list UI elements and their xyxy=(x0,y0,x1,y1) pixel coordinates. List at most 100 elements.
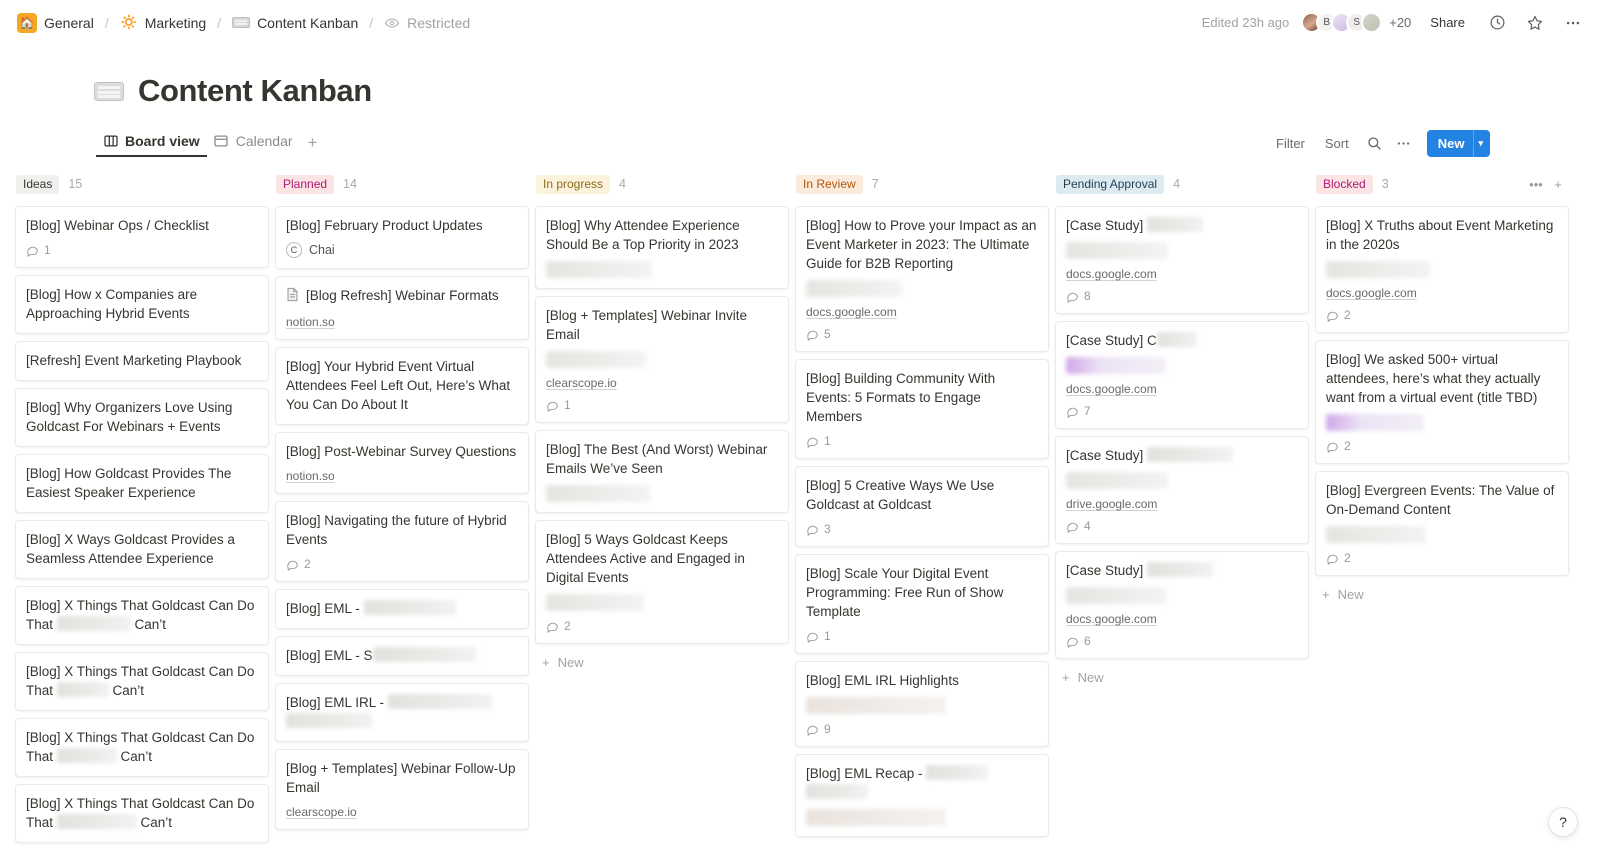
kanban-card[interactable]: [Blog] How x Companies are Approaching H… xyxy=(15,275,269,334)
avatar-overflow-count[interactable]: +20 xyxy=(1389,15,1411,30)
avatar-stack[interactable]: B S +20 xyxy=(1301,12,1411,33)
kanban-card[interactable]: [Blog] We asked 500+ virtual attendees, … xyxy=(1315,340,1569,464)
kanban-card[interactable]: [Case Study] drive.google.com 4 xyxy=(1055,436,1309,544)
card-comment-count[interactable]: 1 xyxy=(806,434,1038,448)
kanban-card[interactable]: [Case Study] docs.google.com 6 xyxy=(1055,551,1309,659)
kanban-card[interactable]: [Blog] X Ways Goldcast Provides a Seamle… xyxy=(15,520,269,579)
kanban-card[interactable]: [Blog] EML Recap - xyxy=(795,754,1049,837)
sort-button[interactable]: Sort xyxy=(1317,132,1357,155)
add-card-button[interactable]: + New xyxy=(532,646,792,679)
card-source-link[interactable]: drive.google.com xyxy=(1066,497,1157,511)
card-comment-count[interactable]: 2 xyxy=(1326,439,1558,453)
kanban-card[interactable]: [Case Study] C docs.google.com 7 xyxy=(1055,321,1309,429)
kanban-card[interactable]: [Blog] Why Organizers Love Using Goldcas… xyxy=(15,388,269,447)
kanban-card[interactable]: [Blog] Why Attendee Experience Should Be… xyxy=(535,206,789,289)
more-options-icon[interactable] xyxy=(1560,10,1586,36)
card-source-link[interactable]: clearscope.io xyxy=(546,376,617,390)
kanban-card[interactable]: [Refresh] Event Marketing Playbook xyxy=(15,341,269,381)
kanban-card[interactable]: [Blog] EML IRL Highlights 9 xyxy=(795,661,1049,747)
column-status-tag[interactable]: In progress xyxy=(536,174,611,194)
card-comment-count[interactable]: 1 xyxy=(26,243,258,257)
kanban-card[interactable]: [Blog] 5 Ways Goldcast Keeps Attendees A… xyxy=(535,520,789,644)
breadcrumb-item-marketing[interactable]: 🔅 Marketing xyxy=(115,13,211,33)
card-comment-count[interactable]: 7 xyxy=(1066,404,1298,418)
column-status-tag[interactable]: Ideas xyxy=(16,174,60,194)
card-source-link[interactable]: docs.google.com xyxy=(1066,382,1157,396)
card-source-link[interactable]: notion.so xyxy=(286,315,335,329)
help-button[interactable]: ? xyxy=(1548,807,1578,837)
card-comment-number: 6 xyxy=(1084,634,1091,648)
card-title: [Blog] EML IRL - xyxy=(286,693,518,731)
kanban-card[interactable]: [Blog] Scale Your Digital Event Programm… xyxy=(795,554,1049,654)
column-status-tag[interactable]: Pending Approval xyxy=(1056,174,1165,194)
kanban-card[interactable]: [Case Study] docs.google.com 8 xyxy=(1055,206,1309,314)
star-icon[interactable] xyxy=(1522,10,1548,36)
breadcrumb-item-general[interactable]: 🏠 General xyxy=(12,11,99,35)
kanban-card[interactable]: [Blog] February Product Updates C Chai xyxy=(275,206,529,269)
view-more-icon[interactable] xyxy=(1391,130,1417,156)
card-comment-count[interactable]: 2 xyxy=(546,619,778,633)
kanban-card[interactable]: [Blog] Post-Webinar Survey Questions noti… xyxy=(275,432,529,494)
add-view-button[interactable]: + xyxy=(300,131,326,155)
column-add-icon[interactable]: + xyxy=(1548,174,1568,194)
kanban-card[interactable]: [Blog] Webinar Ops / Checklist 1 xyxy=(15,206,269,268)
chevron-down-icon[interactable]: ▾ xyxy=(1473,129,1490,157)
calendar-icon xyxy=(214,135,229,148)
card-source-link[interactable]: clearscope.io xyxy=(286,805,357,819)
card-source-link[interactable]: docs.google.com xyxy=(1066,267,1157,281)
kanban-card[interactable]: [Blog] X Things That Goldcast Can Do Tha… xyxy=(15,586,269,645)
kanban-card[interactable]: [Blog] Your Hybrid Event Virtual Attende… xyxy=(275,347,529,425)
column-status-tag[interactable]: Planned xyxy=(276,174,335,194)
column-status-tag[interactable]: In Review xyxy=(796,174,863,194)
card-source-link[interactable]: docs.google.com xyxy=(1326,286,1417,300)
kanban-card[interactable]: [Blog] EML - S xyxy=(275,636,529,676)
add-card-button[interactable]: + New xyxy=(1312,578,1572,611)
tab-board-view[interactable]: Board view xyxy=(96,129,207,157)
avatar[interactable] xyxy=(1361,12,1383,33)
tab-calendar[interactable]: Calendar xyxy=(207,129,300,157)
breadcrumb-item-content-kanban[interactable]: Content Kanban xyxy=(227,13,363,33)
kanban-card[interactable]: [Blog] X Things That Goldcast Can Do Tha… xyxy=(15,652,269,711)
card-comment-count[interactable]: 2 xyxy=(286,557,518,571)
kanban-card[interactable]: [Blog] X Truths about Event Marketing in… xyxy=(1315,206,1569,333)
card-comment-count[interactable]: 5 xyxy=(806,327,1038,341)
redacted-text xyxy=(1156,332,1197,347)
card-comment-count[interactable]: 3 xyxy=(806,522,1038,536)
kanban-card[interactable]: [Blog] X Things That Goldcast Can Do Tha… xyxy=(15,784,269,843)
kanban-card[interactable]: [Blog] Evergreen Events: The Value of On… xyxy=(1315,471,1569,576)
clock-icon[interactable] xyxy=(1484,10,1510,36)
card-comment-count[interactable]: 2 xyxy=(1326,308,1558,322)
column-status-tag[interactable]: Blocked xyxy=(1316,174,1373,194)
kanban-card[interactable]: [Blog] Building Community With Events: 5… xyxy=(795,359,1049,459)
card-source-link[interactable]: docs.google.com xyxy=(806,305,897,319)
card-comment-count[interactable]: 8 xyxy=(1066,289,1298,303)
card-source-link[interactable]: notion.so xyxy=(286,469,335,483)
share-button[interactable]: Share xyxy=(1423,12,1472,33)
kanban-card[interactable]: [Blog] How Goldcast Provides The Easiest… xyxy=(15,454,269,513)
search-icon[interactable] xyxy=(1361,130,1387,156)
kanban-card[interactable]: [Blog] How to Prove your Impact as an Ev… xyxy=(795,206,1049,352)
kanban-card[interactable]: [Blog] 5 Creative Ways We Use Goldcast a… xyxy=(795,466,1049,547)
kanban-card[interactable]: [Blog + Templates] Webinar Follow-Up Ema… xyxy=(275,749,529,830)
kanban-card[interactable]: [Blog] Navigating the future of Hybrid E… xyxy=(275,501,529,582)
column-more-icon[interactable]: ••• xyxy=(1526,174,1546,194)
breadcrumb-item-restricted[interactable]: Restricted xyxy=(379,13,475,33)
card-comment-count[interactable]: 4 xyxy=(1066,519,1298,533)
card-comment-count[interactable]: 6 xyxy=(1066,634,1298,648)
card-comment-count[interactable]: 2 xyxy=(1326,551,1558,565)
filter-button[interactable]: Filter xyxy=(1268,132,1313,155)
column-card-list: [Blog] February Product Updates C Chai [Blo… xyxy=(272,206,532,830)
card-comment-count[interactable]: 1 xyxy=(806,629,1038,643)
card-source-link[interactable]: docs.google.com xyxy=(1066,612,1157,626)
kanban-card[interactable]: [Blog] X Things That Goldcast Can Do Tha… xyxy=(15,718,269,777)
kanban-card[interactable]: [Blog + Templates] Webinar Invite Email c… xyxy=(535,296,789,423)
kanban-card[interactable]: [Blog] EML - xyxy=(275,589,529,629)
kanban-card[interactable]: [Blog] EML IRL - xyxy=(275,683,529,742)
card-comment-count[interactable]: 9 xyxy=(806,722,1038,736)
add-card-button[interactable]: + New xyxy=(1052,661,1312,694)
card-comment-count[interactable]: 1 xyxy=(546,398,778,412)
new-button[interactable]: New ▾ xyxy=(1426,129,1490,157)
top-bar: 🏠 General / 🔅 Marketing / Content Kanban / Restr… xyxy=(0,0,1600,45)
kanban-card[interactable]: [Blog Refresh] Webinar Formats notion.so xyxy=(275,276,529,340)
kanban-card[interactable]: [Blog] The Best (And Worst) Webinar Emai… xyxy=(535,430,789,513)
